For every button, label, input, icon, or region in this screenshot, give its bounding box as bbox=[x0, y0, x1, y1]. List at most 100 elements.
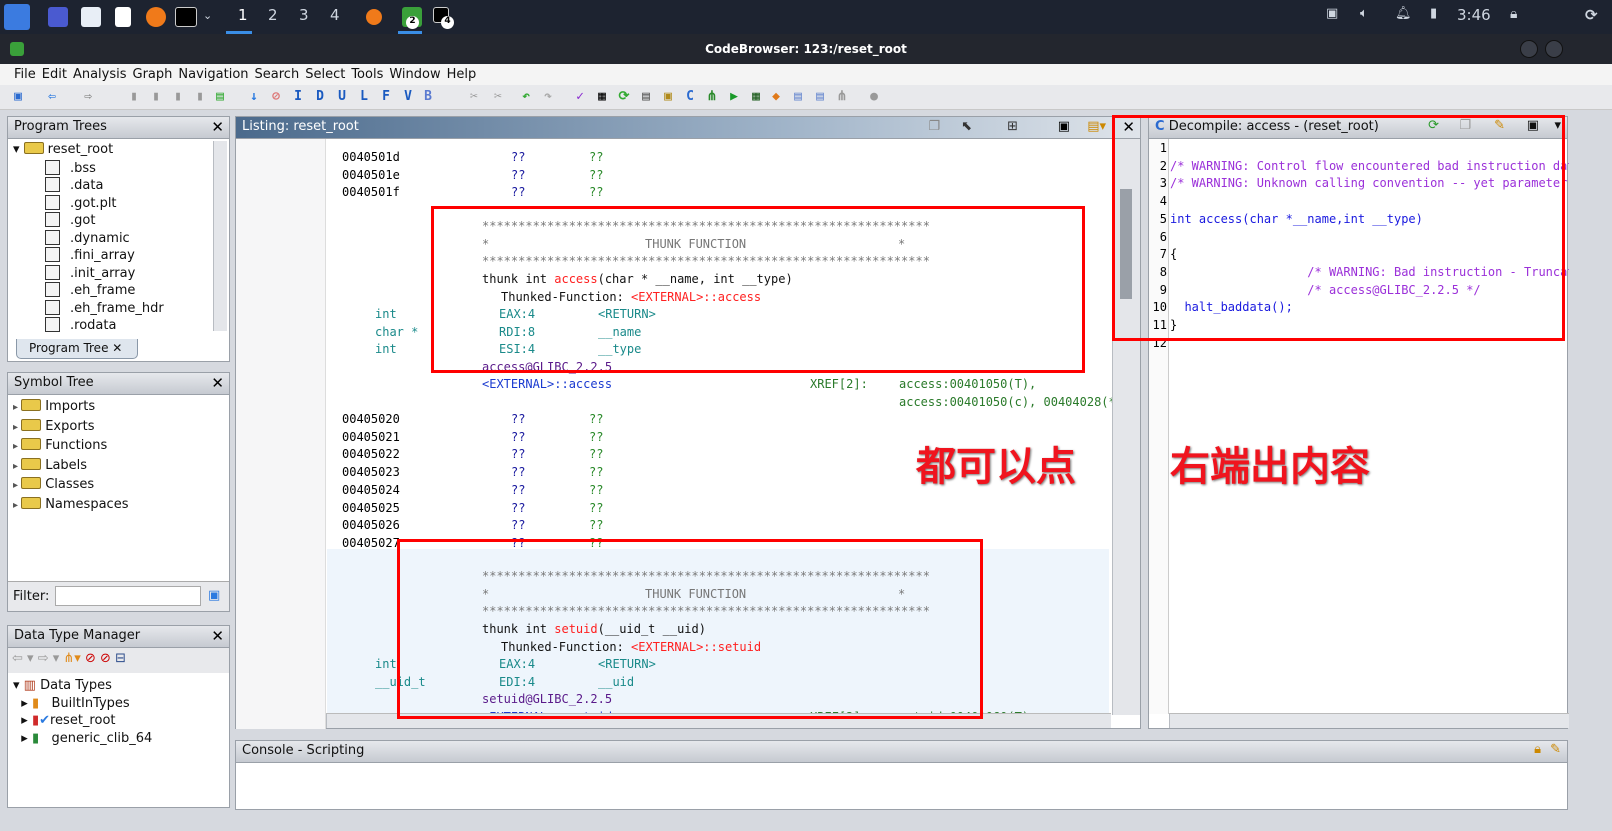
terminal-icon[interactable] bbox=[175, 7, 197, 27]
datatype-icon[interactable]: ▣ bbox=[660, 89, 676, 105]
menu-dropdown-icon[interactable]: ▾ bbox=[1554, 118, 1561, 133]
function-label[interactable]: access@GLIBC_2.2.5 bbox=[482, 360, 612, 374]
check-icon[interactable]: ✓ bbox=[572, 89, 588, 105]
notification-bell-icon[interactable]: 🔔︎ bbox=[1395, 6, 1412, 21]
menu-graph[interactable]: Graph bbox=[130, 64, 176, 85]
merge-icon[interactable]: ⋔▾ bbox=[63, 651, 80, 666]
toolbar-I[interactable]: I bbox=[290, 89, 306, 105]
close-icon[interactable]: ✕ bbox=[1122, 118, 1135, 136]
chevron-down-icon[interactable]: ⌄ bbox=[203, 9, 212, 22]
external-label[interactable]: <EXTERNAL>::access bbox=[482, 377, 612, 391]
tree-item[interactable]: .eh_frame_hdr bbox=[13, 299, 211, 318]
code-line[interactable]: { bbox=[1170, 247, 1177, 261]
decompile-icon[interactable]: C bbox=[682, 89, 698, 105]
tree-item[interactable]: .got bbox=[13, 212, 211, 230]
copy-icon[interactable]: ❐ bbox=[1459, 118, 1471, 133]
run-icon[interactable]: ▶ bbox=[726, 89, 742, 105]
tree-root[interactable]: ▾ reset_root bbox=[13, 142, 211, 160]
redo-icon[interactable]: ↷ bbox=[540, 89, 556, 105]
tree-item[interactable]: ▸ ▮✔reset_root bbox=[13, 713, 223, 731]
menu-tools[interactable]: Tools bbox=[348, 64, 386, 85]
refresh-icon[interactable]: ⟳ bbox=[616, 89, 632, 105]
code-line[interactable]: halt_baddata(); bbox=[1170, 300, 1292, 314]
menu-navigation[interactable]: Navigation bbox=[175, 64, 251, 85]
memory-icon[interactable]: ▤ bbox=[638, 89, 654, 105]
lock-icon[interactable]: 🔒︎ bbox=[1534, 742, 1541, 757]
symbol-tree-item[interactable]: ▸ Namespaces bbox=[13, 496, 223, 517]
table-icon[interactable]: ▤ bbox=[790, 89, 806, 105]
down-arrow-icon[interactable]: ↓ bbox=[246, 89, 262, 105]
toolbar-V[interactable]: V bbox=[400, 89, 416, 105]
edit-icon[interactable]: ✎ bbox=[1494, 118, 1505, 133]
nav-down-icon[interactable]: ▮ bbox=[170, 89, 186, 105]
xref-link[interactable]: access:00401050(c), 00404028(*) bbox=[899, 395, 1116, 409]
scroll-thumb[interactable] bbox=[1120, 189, 1132, 299]
hide-icon[interactable]: ⊘ bbox=[100, 651, 111, 666]
menu-window[interactable]: Window bbox=[386, 64, 443, 85]
volume-icon[interactable]: 🔈︎ bbox=[1360, 6, 1368, 21]
clock[interactable]: 3:46 bbox=[1457, 6, 1491, 24]
nav-up-icon[interactable]: ▮ bbox=[148, 89, 164, 105]
tree-item[interactable]: .dynamic bbox=[13, 229, 211, 248]
close-icon[interactable]: ✕ bbox=[211, 118, 224, 136]
xref-link[interactable]: access:00401050(T), bbox=[899, 377, 1036, 391]
nav-prev-icon[interactable]: ▮ bbox=[126, 89, 142, 105]
tree-item[interactable]: .fini_array bbox=[13, 247, 211, 265]
minimize-button[interactable] bbox=[1520, 40, 1538, 58]
code-line[interactable]: /* access@GLIBC_2.2.5 */ bbox=[1170, 283, 1480, 297]
snapshot-icon[interactable]: ▣ bbox=[1527, 118, 1539, 133]
menu-file[interactable]: File bbox=[11, 64, 39, 85]
nav-next-icon[interactable]: ▮ bbox=[192, 89, 208, 105]
logout-icon[interactable]: ⟳ bbox=[1585, 6, 1598, 24]
filter-off-icon[interactable]: ⊘ bbox=[85, 651, 96, 666]
toolbar-L[interactable]: L bbox=[356, 89, 372, 105]
paste-icon[interactable]: ✂ bbox=[490, 89, 506, 105]
symbol-tree-item[interactable]: ▸ Imports bbox=[13, 399, 223, 419]
thunked-target[interactable]: <EXTERNAL>::setuid bbox=[631, 640, 761, 654]
text-editor-icon[interactable] bbox=[115, 7, 131, 27]
back-arrow-icon[interactable]: ⇦ ▾ bbox=[12, 651, 34, 666]
workspace-4[interactable]: 4 bbox=[330, 6, 340, 24]
back-arrow-icon[interactable]: ⇦ bbox=[44, 89, 60, 105]
maximize-button[interactable] bbox=[1545, 40, 1563, 58]
firefox-icon[interactable] bbox=[146, 7, 166, 27]
function-graph-icon[interactable]: ⋔ bbox=[704, 89, 720, 105]
toolbar-B[interactable]: B bbox=[420, 89, 436, 105]
code-line[interactable]: /* WARNING: Control flow encountered bad… bbox=[1170, 159, 1569, 173]
undo-icon[interactable]: ↶ bbox=[518, 89, 534, 105]
code-line[interactable]: } bbox=[1170, 318, 1177, 332]
code-line[interactable]: /* WARNING: Bad instruction - Truncating… bbox=[1170, 265, 1569, 279]
function-label[interactable]: setuid@GLIBC_2.2.5 bbox=[482, 692, 612, 706]
tree-item[interactable]: .eh_frame bbox=[13, 282, 211, 300]
save-icon[interactable]: ▣ bbox=[10, 89, 26, 105]
kali-menu-icon[interactable] bbox=[4, 4, 30, 30]
network-icon[interactable]: ▣ bbox=[1326, 6, 1338, 21]
help-icon[interactable]: ● bbox=[866, 89, 882, 105]
forward-arrow-icon[interactable]: ⇨ ▾ bbox=[38, 651, 60, 666]
tree-item[interactable]: .data bbox=[13, 177, 211, 195]
clear-console-icon[interactable]: ✎ bbox=[1550, 742, 1561, 757]
export-icon[interactable]: ▤ bbox=[812, 89, 828, 105]
file-manager-icon[interactable] bbox=[81, 7, 101, 27]
bytes-icon[interactable]: ▦ bbox=[594, 89, 610, 105]
toolbar-U[interactable]: U bbox=[334, 89, 350, 105]
battery-icon[interactable]: ▮ bbox=[1430, 6, 1437, 21]
workspace-2[interactable]: 2 bbox=[268, 6, 278, 24]
forward-arrow-icon[interactable]: ⇨ bbox=[80, 89, 96, 105]
vertical-scrollbar[interactable] bbox=[1112, 139, 1140, 715]
close-icon[interactable]: ✕ bbox=[211, 374, 224, 392]
tree-item[interactable]: .bss bbox=[13, 159, 211, 178]
bookmark-icon[interactable]: ▤ bbox=[212, 89, 228, 105]
tab-program-tree[interactable]: Program Tree ✕ bbox=[16, 339, 138, 359]
toolbar-D[interactable]: D bbox=[312, 89, 328, 105]
lock-icon[interactable]: 🔒︎ bbox=[1510, 6, 1517, 22]
workspace-3[interactable]: 3 bbox=[299, 6, 309, 24]
desktop-icon[interactable] bbox=[48, 7, 68, 27]
menu-help[interactable]: Help bbox=[444, 64, 480, 85]
firefox-window-icon[interactable] bbox=[366, 9, 382, 25]
emulator-icon[interactable]: ▦ bbox=[748, 89, 764, 105]
scrollbar[interactable] bbox=[213, 141, 227, 331]
tree-icon[interactable]: ⋔ bbox=[834, 89, 850, 105]
filter-input[interactable] bbox=[55, 586, 201, 606]
code-line[interactable]: /* WARNING: Unknown calling convention -… bbox=[1170, 176, 1569, 190]
